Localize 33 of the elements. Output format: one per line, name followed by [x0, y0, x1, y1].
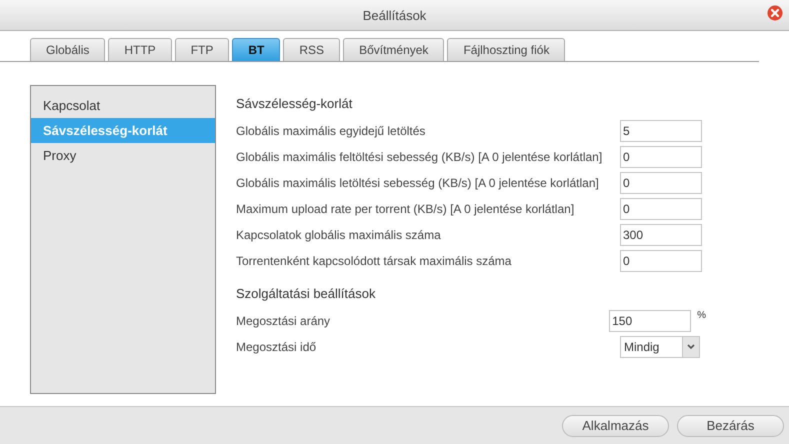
- field-label: Globális maximális egyidejű letöltés: [236, 124, 426, 138]
- tab[interactable]: Bővítmények: [343, 38, 444, 61]
- dropdown[interactable]: Mindig: [620, 336, 700, 358]
- input-field[interactable]: 0: [620, 172, 702, 194]
- tab[interactable]: BT: [232, 38, 280, 61]
- button[interactable]: Bezárás: [677, 414, 784, 436]
- field-label: Globális maximális feltöltési sebesség (KB/s) [A 0 jelentése korlátlan]: [236, 150, 604, 164]
- section-heading: Szolgáltatási beállítások: [236, 285, 376, 303]
- field-label: Globális maximális letöltési sebesség (KB/s) [A 0 jelentése korlátlan]: [236, 176, 600, 190]
- window-title: Beállítások: [362, 8, 426, 22]
- sidebar-item[interactable]: Proxy: [31, 143, 215, 168]
- input-field[interactable]: 150: [609, 310, 692, 332]
- unit-label: %: [697, 310, 706, 321]
- field-label: Megosztási idő: [236, 340, 318, 354]
- field-label: Torrentenként kapcsolódott társak maximális száma: [236, 254, 512, 268]
- close-icon[interactable]: [767, 5, 783, 21]
- field-label: Maximum upload rate per torrent (KB/s) [A 0 jelentése korlátlan]: [236, 202, 576, 216]
- input-field[interactable]: 5: [620, 120, 702, 142]
- field-label: Kapcsolatok globális maximális száma: [236, 228, 442, 242]
- tab[interactable]: Globális: [30, 38, 106, 61]
- field-label: Megosztási arány: [236, 314, 332, 328]
- input-field[interactable]: 300: [620, 224, 702, 246]
- tab[interactable]: RSS: [283, 38, 340, 61]
- caret-icon: [682, 337, 699, 357]
- sidebar-item[interactable]: Kapcsolat: [31, 93, 215, 118]
- section-heading: Sávszélesség-korlát: [236, 95, 354, 113]
- input-field[interactable]: 0: [620, 146, 702, 168]
- tab[interactable]: HTTP: [108, 38, 172, 61]
- button[interactable]: Alkalmazás: [562, 414, 669, 436]
- input-field[interactable]: 0: [620, 250, 702, 272]
- tab[interactable]: Fájlhoszting fiók: [447, 38, 566, 61]
- tab[interactable]: FTP: [174, 38, 230, 61]
- input-field[interactable]: 0: [620, 198, 702, 220]
